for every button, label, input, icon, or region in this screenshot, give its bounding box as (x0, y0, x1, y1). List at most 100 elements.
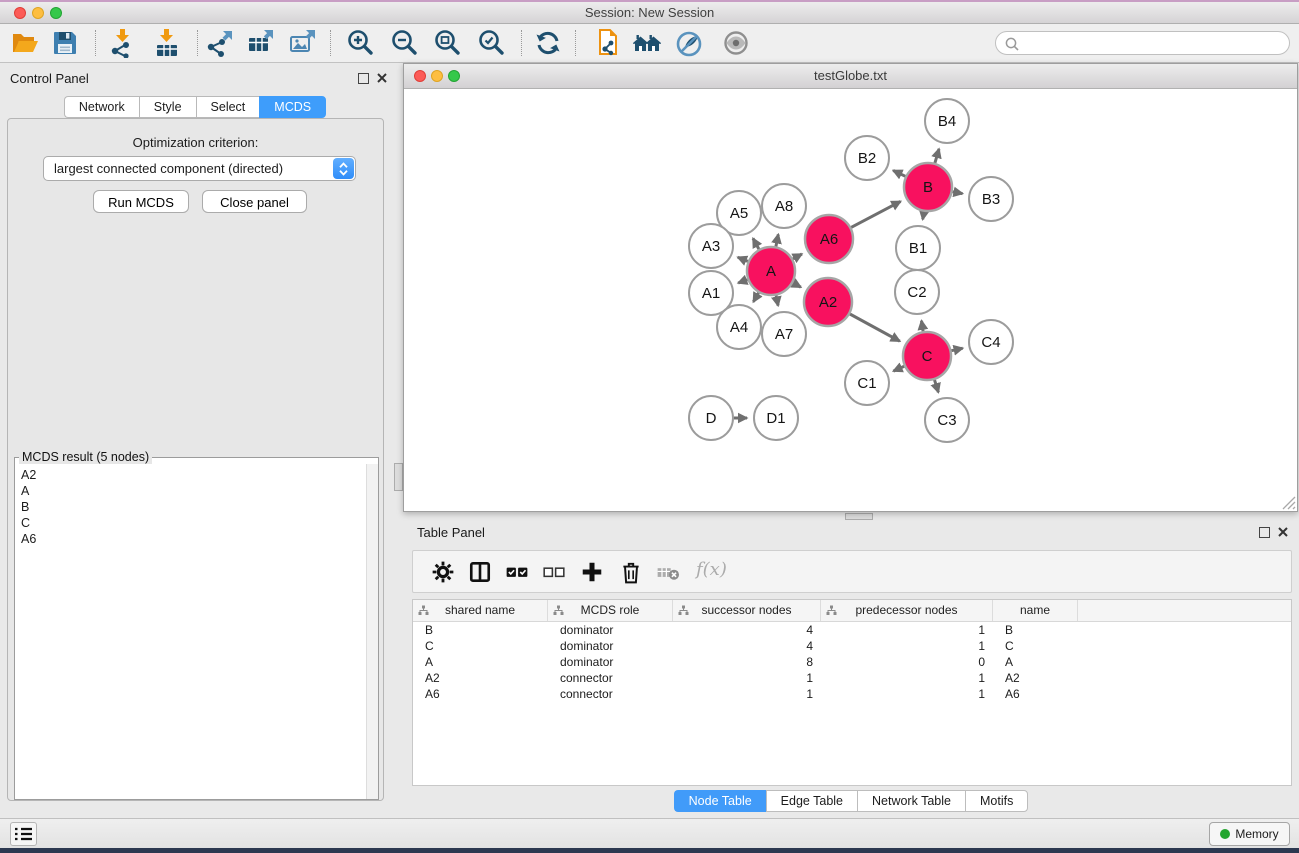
network-node-A7[interactable]: A7 (762, 312, 806, 356)
column-header-successor-nodes[interactable]: successor nodes (673, 600, 821, 621)
table-close-panel-icon[interactable] (1277, 526, 1289, 538)
mcds-result-item[interactable]: C (21, 515, 367, 531)
network-edge-A-A4[interactable] (753, 293, 758, 302)
import-network-button[interactable] (108, 28, 138, 58)
zoom-in-button[interactable] (346, 28, 376, 58)
network-node-C3[interactable]: C3 (925, 398, 969, 442)
search-input[interactable] (1024, 33, 1283, 55)
network-node-D1[interactable]: D1 (754, 396, 798, 440)
table-row[interactable]: A6connector11A6 (413, 686, 1291, 702)
network-edge-A-A5[interactable] (753, 238, 759, 249)
network-edge-C-C4[interactable] (951, 348, 962, 351)
import-table-button[interactable] (152, 28, 182, 58)
network-node-A8[interactable]: A8 (762, 184, 806, 228)
network-edge-A-A1[interactable] (738, 280, 747, 283)
table-row[interactable]: Adominator80A (413, 654, 1291, 670)
table-row[interactable]: A2connector11A2 (413, 670, 1291, 686)
mcds-result-item[interactable]: A2 (21, 467, 367, 483)
zoom-fit-button[interactable] (433, 28, 463, 58)
add-column-button[interactable] (580, 560, 604, 584)
mcds-result-item[interactable]: B (21, 499, 367, 515)
network-node-B2[interactable]: B2 (845, 136, 889, 180)
tab-network-table[interactable]: Network Table (857, 790, 965, 812)
network-edge-B-B3[interactable] (953, 192, 963, 194)
network-node-C[interactable]: C (903, 332, 951, 380)
table-float-panel-icon[interactable] (1259, 527, 1270, 538)
network-node-C1[interactable]: C1 (845, 361, 889, 405)
criterion-dropdown[interactable]: largest connected component (directed) (43, 156, 356, 181)
node-table[interactable]: shared nameMCDS rolesuccessor nodesprede… (412, 599, 1292, 786)
column-header-MCDS-role[interactable]: MCDS role (548, 600, 673, 621)
dropdown-stepper[interactable] (333, 158, 354, 179)
memory-button[interactable]: Memory (1209, 822, 1290, 846)
table-row[interactable]: Bdominator41B (413, 622, 1291, 638)
mcds-result-item[interactable]: A (21, 483, 367, 499)
tab-node-table[interactable]: Node Table (674, 790, 766, 812)
network-node-B1[interactable]: B1 (896, 226, 940, 270)
vertical-splitter-handle[interactable] (394, 463, 403, 491)
open-session-button[interactable] (10, 28, 40, 58)
zoom-selected-button[interactable] (477, 28, 507, 58)
network-edge-C-C3[interactable] (935, 380, 939, 392)
close-panel-button[interactable]: Close panel (202, 190, 307, 213)
tab-mcds[interactable]: MCDS (259, 96, 326, 118)
network-node-B4[interactable]: B4 (925, 99, 969, 143)
network-edge-A-A7[interactable] (776, 296, 778, 306)
network-edge-A-A2[interactable] (793, 283, 801, 287)
home-button[interactable] (632, 28, 662, 58)
network-node-A2[interactable]: A2 (804, 278, 852, 326)
mcds-result-list[interactable]: A2ABCA6 (15, 464, 367, 799)
tab-select[interactable]: Select (196, 96, 260, 118)
column-header-predecessor-nodes[interactable]: predecessor nodes (821, 600, 993, 621)
search-field[interactable] (995, 31, 1290, 55)
network-node-A3[interactable]: A3 (689, 224, 733, 268)
network-node-A6[interactable]: A6 (805, 215, 853, 263)
delete-column-button[interactable] (619, 560, 643, 584)
mcds-result-scrollbar[interactable] (366, 464, 378, 799)
network-edge-B-B4[interactable] (935, 149, 939, 163)
network-canvas[interactable]: B4B2BB3A8A5A6A3B1AC2A1A2A4A7C4CC1C3DD1 (404, 89, 1297, 511)
network-node-C2[interactable]: C2 (895, 270, 939, 314)
network-node-B3[interactable]: B3 (969, 177, 1013, 221)
export-network-button[interactable] (205, 28, 235, 58)
tab-edge-table[interactable]: Edge Table (766, 790, 857, 812)
export-image-button[interactable] (288, 28, 318, 58)
network-node-A[interactable]: A (747, 247, 795, 295)
network-node-A4[interactable]: A4 (717, 305, 761, 349)
run-mcds-button[interactable]: Run MCDS (93, 190, 189, 213)
network-edge-A-A3[interactable] (738, 257, 748, 261)
network-node-C4[interactable]: C4 (969, 320, 1013, 364)
network-node-B[interactable]: B (904, 163, 952, 211)
network-edge-A6-B[interactable] (851, 201, 901, 227)
tab-network[interactable]: Network (64, 96, 139, 118)
resize-grip-icon[interactable] (1282, 496, 1296, 510)
network-edge-B-B2[interactable] (893, 171, 905, 177)
network-edge-C-C1[interactable] (893, 366, 904, 371)
network-edge-B-B1[interactable] (923, 212, 924, 220)
mcds-result-item[interactable]: A6 (21, 531, 367, 547)
network-edge-C-C2[interactable] (922, 321, 924, 332)
refresh-button[interactable] (533, 28, 563, 58)
column-header-shared-name[interactable]: shared name (413, 600, 548, 621)
select-all-button[interactable] (505, 560, 529, 584)
column-header-name[interactable]: name (993, 600, 1078, 621)
export-table-button[interactable] (246, 28, 276, 58)
save-session-button[interactable] (50, 28, 80, 58)
close-panel-icon[interactable] (376, 72, 388, 84)
task-history-button[interactable] (10, 822, 37, 846)
new-network-from-selection-button[interactable] (593, 28, 623, 58)
show-graphics-button[interactable] (721, 28, 751, 58)
network-edge-A-A8[interactable] (776, 234, 778, 246)
horizontal-splitter-handle[interactable] (845, 513, 873, 520)
deselect-all-button[interactable] (542, 560, 566, 584)
network-edge-A2-C[interactable] (850, 314, 900, 341)
column-layout-button[interactable] (468, 560, 492, 584)
tab-motifs[interactable]: Motifs (965, 790, 1028, 812)
table-settings-button[interactable] (431, 560, 455, 584)
network-edge-A-A6[interactable] (793, 254, 802, 259)
network-node-D[interactable]: D (689, 396, 733, 440)
hide-graphics-details-button[interactable] (675, 28, 705, 58)
table-row[interactable]: Cdominator41C (413, 638, 1291, 654)
float-panel-icon[interactable] (358, 73, 369, 84)
tab-style[interactable]: Style (139, 96, 196, 118)
